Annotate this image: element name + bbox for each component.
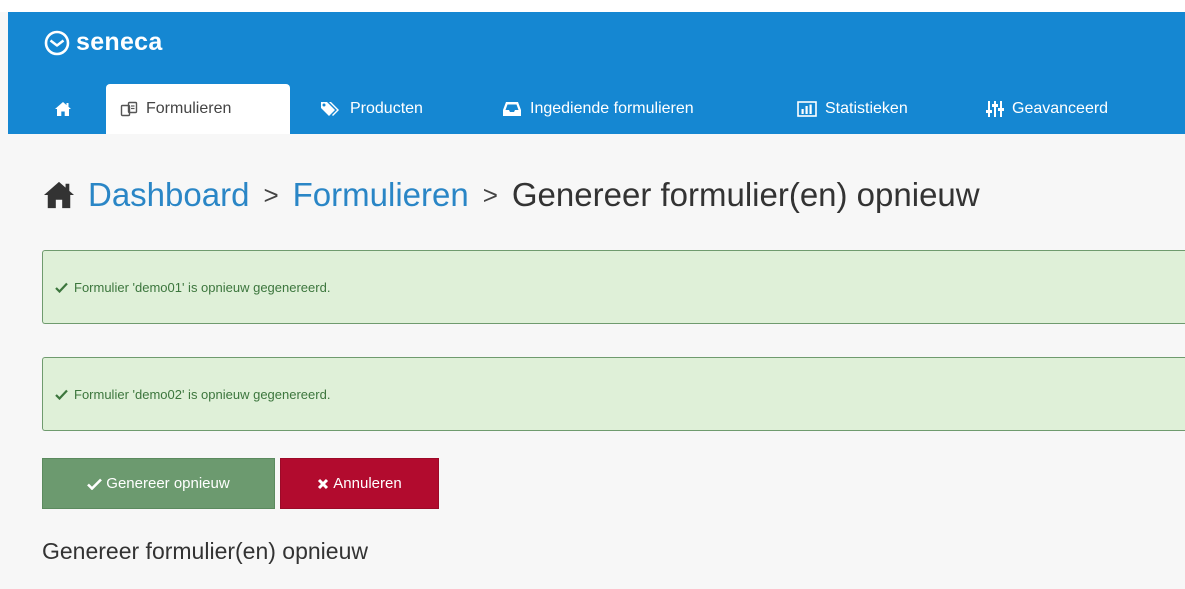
tab-geavanceerd-label: Geavanceerd [1012, 100, 1109, 117]
app-header: seneca Formulieren Producten Ingediende … [8, 12, 1185, 134]
home-icon[interactable] [42, 180, 76, 210]
home-icon [54, 101, 72, 117]
tab-producten-label: Producten [350, 100, 423, 117]
success-alert: Formulier 'demo02' is opnieuw gegenereer… [42, 357, 1185, 431]
cancel-button-label: Annuleren [333, 475, 402, 492]
tab-statistieken-label: Statistieken [825, 100, 908, 117]
brand-name: seneca [76, 28, 163, 56]
breadcrumb-dashboard[interactable]: Dashboard [88, 176, 249, 214]
tab-formulieren-label: Formulieren [146, 100, 232, 117]
alert-message: Formulier 'demo01' is opnieuw gegenereer… [74, 279, 331, 295]
breadcrumb-separator: > [482, 179, 498, 210]
nav-home[interactable] [54, 84, 80, 134]
check-icon [55, 389, 68, 400]
tab-ingediende-formulieren[interactable]: Ingediende formulieren [502, 84, 694, 134]
section-title: Genereer formulier(en) opnieuw [42, 538, 368, 564]
close-icon [317, 478, 329, 490]
tab-producten[interactable]: Producten [320, 84, 423, 134]
envelope-circle-icon [44, 30, 70, 56]
cancel-button[interactable]: Annuleren [280, 458, 439, 509]
brand-logo[interactable]: seneca [44, 28, 163, 57]
breadcrumb-separator: > [263, 179, 279, 210]
alert-message: Formulier 'demo02' is opnieuw gegenereer… [74, 386, 331, 402]
page-title: Genereer formulier(en) opnieuw [511, 176, 980, 213]
check-icon [87, 478, 103, 490]
breadcrumb: Dashboard > Formulieren > Genereer formu… [42, 176, 980, 214]
tab-statistieken[interactable]: Statistieken [797, 84, 908, 134]
copy-icon [120, 100, 138, 118]
check-icon [55, 282, 68, 293]
tags-icon [320, 100, 342, 118]
sliders-icon [986, 100, 1004, 118]
bar-chart-icon [797, 101, 817, 117]
breadcrumb-formulieren[interactable]: Formulieren [293, 176, 469, 214]
main-nav: Formulieren Producten Ingediende formuli… [8, 84, 1185, 134]
regenerate-button-label: Genereer opnieuw [106, 475, 230, 492]
tab-geavanceerd[interactable]: Geavanceerd [986, 84, 1108, 134]
inbox-icon [502, 101, 522, 117]
success-alert: Formulier 'demo01' is opnieuw gegenereer… [42, 250, 1185, 324]
tab-ingediende-label: Ingediende formulieren [530, 100, 694, 117]
top-cropped-strip [0, 0, 1185, 12]
tab-formulieren[interactable]: Formulieren [106, 84, 290, 134]
regenerate-button[interactable]: Genereer opnieuw [42, 458, 275, 509]
